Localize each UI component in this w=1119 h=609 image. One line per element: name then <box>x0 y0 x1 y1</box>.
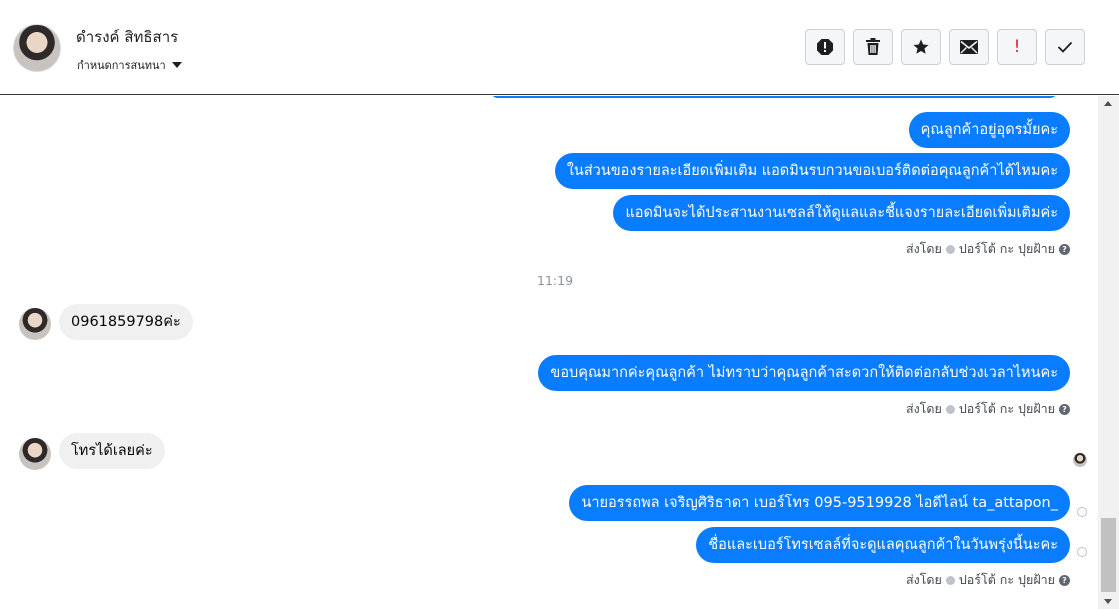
help-icon[interactable]: ? <box>1059 574 1070 586</box>
verified-icon <box>945 244 955 254</box>
sent-by-line: ส่งโดย ปอร์โต้ กะ ปุยฝ้าย ? <box>906 399 1070 419</box>
verified-icon <box>945 575 955 585</box>
help-icon[interactable]: ? <box>1059 403 1070 415</box>
star-icon <box>913 39 929 54</box>
outgoing-message[interactable]: นายอรรถพล เจริญศิริธาดา เบอร์โทร 095-951… <box>569 485 1070 521</box>
contact-avatar-small <box>19 438 51 470</box>
sent-by-name[interactable]: ปอร์โต้ กะ ปุยฝ้าย <box>959 239 1055 259</box>
alert-octagon-icon <box>817 39 833 55</box>
envelope-icon <box>960 40 978 54</box>
important-button[interactable]: ! <box>997 29 1037 65</box>
caret-down-icon <box>171 62 182 68</box>
sent-by-name[interactable]: ปอร์โต้ กะ ปุยฝ้าย <box>959 570 1055 590</box>
mark-done-button[interactable] <box>1045 29 1085 65</box>
checkmark-icon <box>1057 41 1073 53</box>
trash-icon <box>866 38 880 55</box>
exclamation-icon: ! <box>1013 37 1021 57</box>
outgoing-message[interactable]: ขอบคุณมากค่ะคุณลูกค้า ไม่ทราบว่าคุณลูกค้… <box>538 355 1070 391</box>
contact-avatar-small <box>19 308 51 340</box>
contact-name[interactable]: ดำรงค์ สิทธิสาร <box>76 25 178 49</box>
contact-avatar[interactable] <box>13 24 61 72</box>
outgoing-message[interactable]: ชื่อและเบอร์โทรเซลล์ที่จะดูแลคุณลูกค้าใน… <box>696 527 1070 563</box>
mark-unread-button[interactable] <box>949 29 989 65</box>
star-button[interactable] <box>901 29 941 65</box>
assign-label: กำหนดการสนทนา <box>77 59 166 72</box>
read-receipt-avatar <box>1073 453 1087 467</box>
previous-message-bubble <box>490 96 1058 98</box>
conversation-header: ดำรงค์ สิทธิสาร กำหนดการสนทนา ! <box>0 0 1119 95</box>
incoming-message[interactable]: 0961859798ค่ะ <box>59 304 193 340</box>
outgoing-message[interactable]: แอดมินจะได้ประสานงานเซลล์ให้ดูแลและชี้แจ… <box>613 195 1070 231</box>
help-icon[interactable]: ? <box>1059 243 1070 255</box>
sent-by-prefix: ส่งโดย <box>905 401 942 416</box>
sent-by-line: ส่งโดย ปอร์โต้ กะ ปุยฝ้าย ? <box>906 570 1070 590</box>
assign-conversation-dropdown[interactable]: กำหนดการสนทนา <box>77 56 182 74</box>
delivered-check-icon <box>1077 507 1087 517</box>
outgoing-message[interactable]: คุณลูกค้าอยู่อุดรมั้ยคะ <box>908 112 1070 148</box>
report-spam-button[interactable] <box>805 29 845 65</box>
message-timestamp: 11:19 <box>537 273 574 288</box>
sent-by-prefix: ส่งโดย <box>905 241 942 256</box>
vertical-scrollbar[interactable] <box>1098 96 1119 609</box>
outgoing-message[interactable]: ในส่วนของรายละเอียดเพิ่มเติม แอดมินรบกวน… <box>554 153 1070 189</box>
scroll-up-arrow-icon[interactable] <box>1104 101 1112 106</box>
scrollbar-thumb[interactable] <box>1101 518 1116 592</box>
incoming-message[interactable]: โทรได้เลยค่ะ <box>59 433 165 469</box>
delete-button[interactable] <box>853 29 893 65</box>
sent-by-line: ส่งโดย ปอร์โต้ กะ ปุยฝ้าย ? <box>906 239 1070 259</box>
scroll-down-arrow-icon[interactable] <box>1104 599 1112 604</box>
sent-by-prefix: ส่งโดย <box>905 572 942 587</box>
sent-by-name[interactable]: ปอร์โต้ กะ ปุยฝ้าย <box>959 399 1055 419</box>
verified-icon <box>945 404 955 414</box>
message-thread[interactable]: คุณลูกค้าอยู่อุดรมั้ยคะ ในส่วนของรายละเอ… <box>0 96 1098 609</box>
delivered-check-icon <box>1077 547 1087 557</box>
